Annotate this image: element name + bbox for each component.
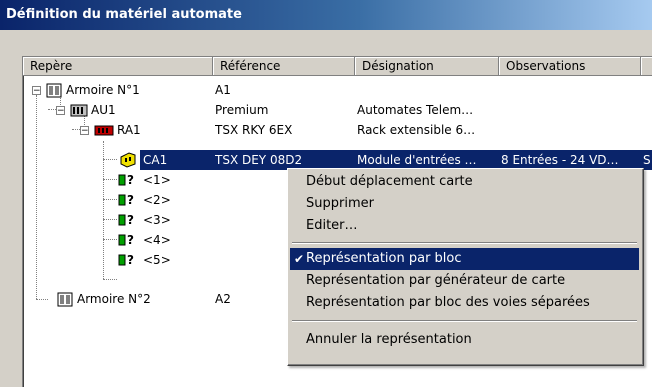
collapse-toggle[interactable]: − (80, 126, 89, 136)
tree-row[interactable]: − RA1 TSX RKY 6EX Rack extensible 6… (23, 120, 652, 140)
tree-item-label: RA1 (117, 123, 141, 137)
window-title-bar: Définition du matériel automate (0, 0, 652, 30)
menu-item-block-representation[interactable]: ✔ Représentation par bloc (290, 248, 639, 270)
card-icon (120, 152, 136, 168)
reference-cell: TSX RKY 6EX (215, 123, 293, 137)
menu-item-delete[interactable]: Supprimer (290, 193, 639, 215)
column-header-designation[interactable]: Désignation (355, 57, 499, 76)
context-menu: Début déplacement carte Supprimer Editer… (287, 168, 644, 366)
menu-item-separate-channels-representation[interactable]: Représentation par bloc des voies séparé… (290, 292, 639, 314)
plc-icon (70, 104, 88, 117)
tree-row[interactable]: − AU1 Premium Automates Telem… (23, 100, 652, 120)
tree-item-label: <4> (143, 233, 171, 247)
menu-item-cancel-representation[interactable]: Annuler la représentation (290, 329, 639, 351)
menu-item-card-generator-representation[interactable]: Représentation par générateur de carte (290, 270, 639, 292)
tree-item-label: CA1 (143, 153, 168, 167)
tree-row[interactable]: − Armoire N°1 A1 (23, 80, 652, 100)
menu-separator (292, 242, 637, 244)
tree-item-label: Armoire N°2 (77, 292, 151, 306)
unknown-slot-icon (118, 214, 126, 226)
tree-item-label: <3> (143, 213, 171, 227)
column-header-extra[interactable] (641, 57, 652, 76)
menu-item-edit[interactable]: Editer… (290, 215, 639, 237)
rack-icon (94, 125, 114, 136)
unknown-slot-icon (118, 234, 126, 246)
overflow-cell: S (643, 153, 651, 167)
tree-line (103, 279, 117, 280)
unknown-mark: ? (127, 233, 134, 247)
column-header-observations[interactable]: Observations (499, 57, 641, 76)
menu-item-start-move-card[interactable]: Début déplacement carte (290, 171, 639, 193)
tree-item-label: Armoire N°1 (66, 83, 140, 97)
tree-item-label: <2> (143, 193, 171, 207)
reference-cell: Premium (215, 103, 269, 117)
collapse-toggle[interactable]: − (32, 86, 41, 96)
observations-cell: 8 Entrées - 24 VD… (501, 153, 619, 167)
unknown-mark: ? (127, 213, 134, 227)
menu-separator (292, 320, 637, 322)
designation-cell: Rack extensible 6… (357, 123, 476, 137)
unknown-mark: ? (127, 253, 134, 267)
reference-cell: TSX DEY 08D2 (215, 153, 303, 167)
column-header-repere[interactable]: Repère (23, 57, 213, 76)
unknown-mark: ? (127, 173, 134, 187)
reference-cell: A1 (215, 83, 231, 97)
collapse-toggle[interactable]: − (56, 106, 65, 116)
unknown-mark: ? (127, 193, 134, 207)
tree-item-label: <5> (143, 253, 171, 267)
menu-item-label: Représentation par bloc (306, 251, 462, 266)
designation-cell: Automates Telem… (357, 103, 474, 117)
column-header-reference[interactable]: Référence (213, 57, 355, 76)
tree-row-selected[interactable]: CA1 TSX DEY 08D2 Module d'entrées … 8 En… (23, 150, 652, 170)
cabinet-icon (46, 83, 62, 98)
tree-item-label: AU1 (91, 103, 116, 117)
cabinet-icon (57, 292, 73, 307)
unknown-slot-icon (118, 254, 126, 266)
check-icon: ✔ (294, 252, 305, 266)
unknown-slot-icon (118, 194, 126, 206)
designation-cell: Module d'entrées … (357, 153, 477, 167)
tree-item-label: <1> (143, 173, 171, 187)
window-title: Définition du matériel automate (6, 7, 242, 22)
unknown-slot-icon (118, 174, 126, 186)
